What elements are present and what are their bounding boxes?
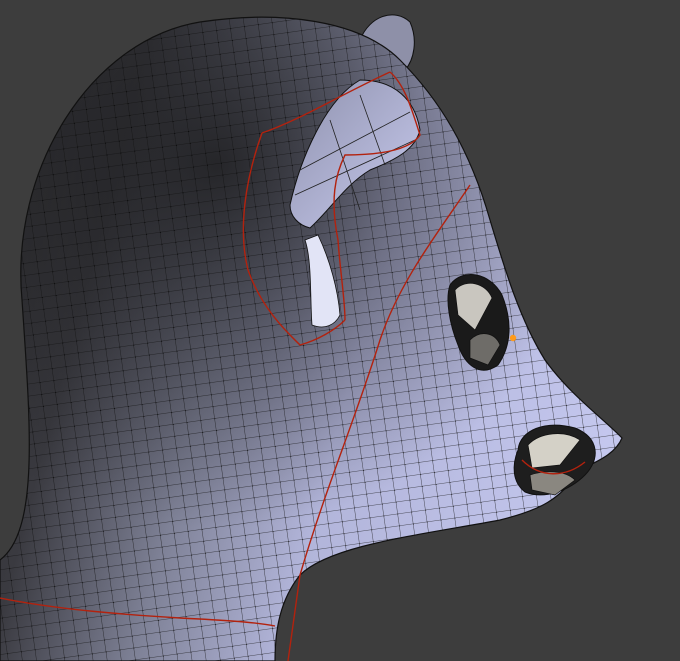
mesh-render[interactable]	[0, 0, 680, 661]
3d-viewport[interactable]	[0, 0, 680, 661]
selected-vertex	[509, 334, 517, 342]
nose-opening	[513, 424, 596, 496]
